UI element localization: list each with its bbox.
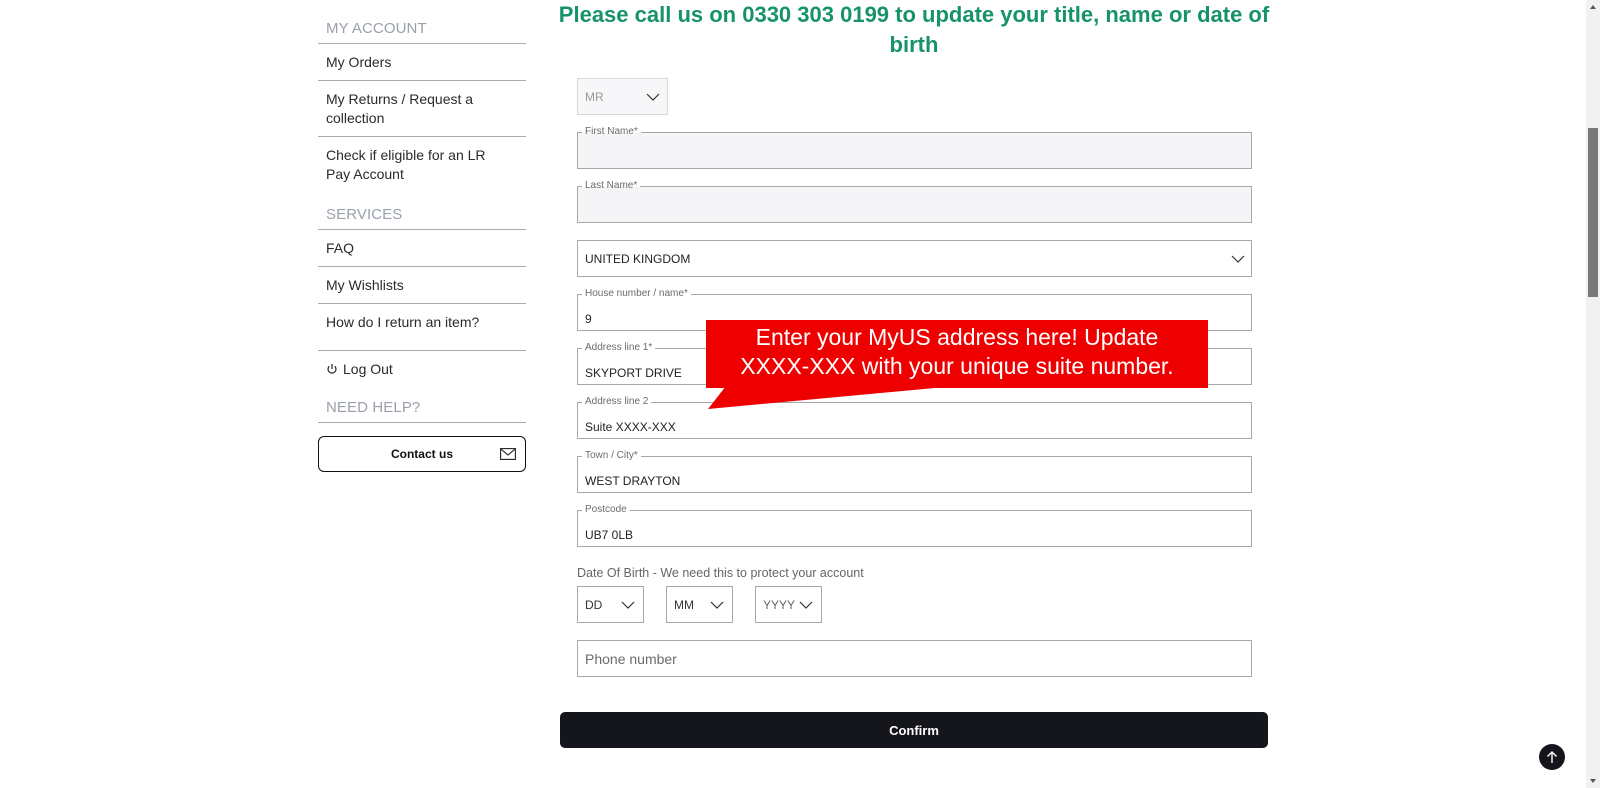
sidebar-item-wishlists[interactable]: My Wishlists: [318, 267, 526, 304]
dob-label: Date Of Birth - We need this to protect …: [577, 566, 864, 580]
sidebar-item-my-returns[interactable]: My Returns / Request a collection: [318, 81, 526, 137]
sidebar-item-faq[interactable]: FAQ: [318, 230, 526, 267]
house-number-label: House number / name*: [582, 288, 691, 300]
contact-us-label: Contact us: [390, 447, 453, 461]
arrow-up-icon: [1547, 751, 1557, 763]
callout-line-2: XXXX-XXX with your unique suite number.: [740, 353, 1174, 379]
address-line-2-label: Address line 2: [582, 396, 652, 408]
scroll-thumb[interactable]: [1588, 128, 1598, 297]
sidebar-item-my-orders[interactable]: My Orders: [318, 44, 526, 81]
services-heading: SERVICES: [318, 200, 526, 230]
back-to-top-button[interactable]: [1539, 744, 1565, 770]
instruction-callout: Enter your MyUS address here! Update XXX…: [706, 320, 1208, 388]
contact-us-button[interactable]: Contact us: [318, 436, 526, 472]
chevron-down-icon: [646, 93, 660, 101]
dob-day-value: DD: [585, 597, 603, 612]
my-account-heading: MY ACCOUNT: [318, 14, 526, 44]
sidebar-item-return-item[interactable]: How do I return an item?: [318, 304, 526, 351]
chevron-down-icon: [799, 601, 813, 609]
last-name-label: Last Name*: [582, 180, 641, 192]
address-line-1-label: Address line 1*: [582, 342, 656, 354]
town-city-field[interactable]: Town / City* WEST DRAYTON: [577, 450, 1252, 493]
page-scrollbar[interactable]: [1586, 0, 1600, 788]
logout-label: Log Out: [343, 361, 393, 377]
country-value: UNITED KINGDOM: [585, 252, 691, 266]
scroll-up-arrow-icon[interactable]: [1589, 4, 1597, 10]
postcode-label: Postcode: [582, 504, 630, 516]
confirm-button[interactable]: Confirm: [560, 712, 1268, 748]
logout-link[interactable]: Log Out: [318, 351, 526, 387]
phone-number-placeholder: Phone number: [585, 651, 677, 667]
power-icon: [327, 364, 337, 374]
title-select[interactable]: MR: [577, 78, 668, 115]
last-name-field[interactable]: Last Name*: [577, 180, 1252, 223]
chevron-down-icon: [621, 601, 635, 609]
phone-number-field[interactable]: Phone number: [577, 640, 1252, 677]
scroll-down-arrow-icon[interactable]: [1589, 778, 1597, 784]
town-city-value: WEST DRAYTON: [585, 474, 681, 488]
dob-month-value: MM: [674, 597, 694, 612]
account-sidebar: MY ACCOUNT My Orders My Returns / Reques…: [318, 14, 526, 472]
callout-pointer: [708, 386, 956, 409]
chevron-down-icon: [710, 601, 724, 609]
sidebar-item-lr-pay[interactable]: Check if eligible for an LR Pay Account: [318, 137, 526, 192]
dob-year-value: YYYY: [763, 597, 796, 612]
first-name-field[interactable]: First Name*: [577, 126, 1252, 169]
first-name-label: First Name*: [582, 126, 641, 138]
house-number-value: 9: [585, 312, 592, 326]
country-select[interactable]: UNITED KINGDOM: [577, 240, 1252, 277]
address-line-2-value: Suite XXXX-XXX: [585, 420, 676, 434]
town-city-label: Town / City*: [582, 450, 641, 462]
callout-line-1: Enter your MyUS address here! Update: [755, 324, 1159, 350]
postcode-value: UB7 0LB: [585, 528, 634, 542]
postcode-field[interactable]: Postcode UB7 0LB: [577, 504, 1252, 547]
dob-year-select[interactable]: YYYY: [755, 586, 822, 623]
need-help-heading: NEED HELP?: [318, 393, 526, 423]
mail-icon: [500, 448, 516, 460]
address-line-1-value: SKYPORT DRIVE: [585, 366, 682, 380]
update-notice: Please call us on 0330 303 0199 to updat…: [558, 2, 1270, 57]
title-value: MR: [585, 89, 604, 104]
dob-day-select[interactable]: DD: [577, 586, 644, 623]
chevron-down-icon: [1231, 255, 1245, 263]
dob-month-select[interactable]: MM: [666, 586, 733, 623]
